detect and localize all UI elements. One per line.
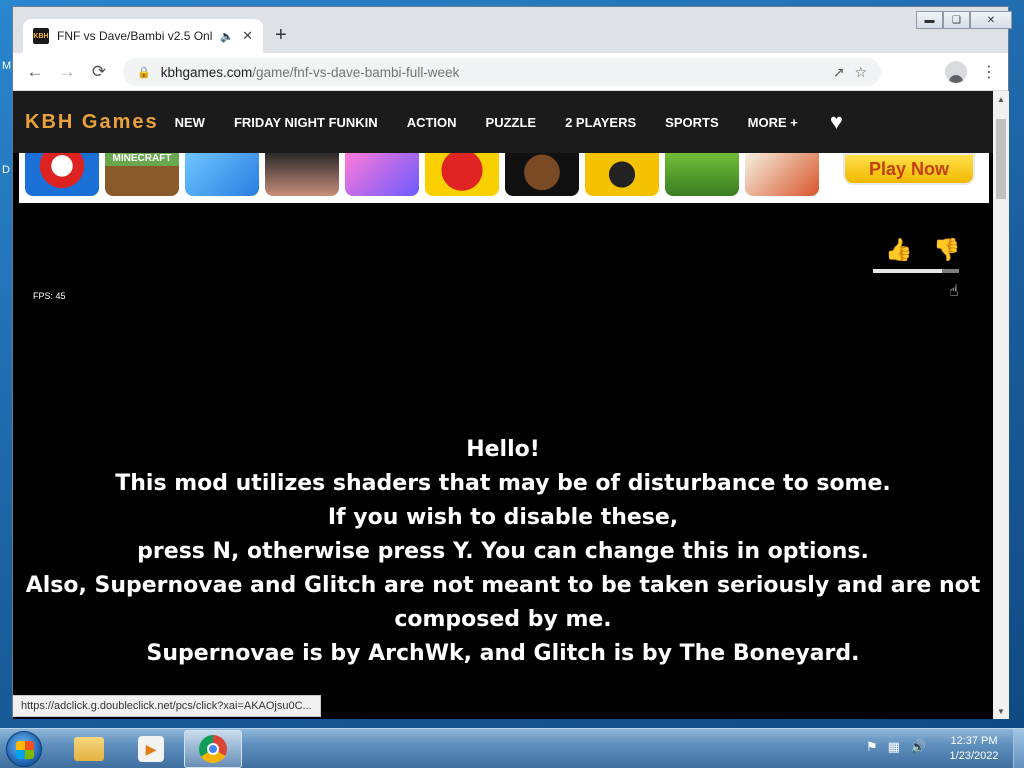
site-navbar: KBH Games NEW FRIDAY NIGHT FUNKIN ACTION… <box>13 91 993 153</box>
clock-date: 1/23/2022 <box>949 750 999 762</box>
lock-icon[interactable]: 🔒 <box>137 66 151 79</box>
game-thumbnail[interactable] <box>345 153 419 196</box>
menu-kebab-icon[interactable]: ⋮ <box>981 62 997 82</box>
browser-tab[interactable]: KBH FNF vs Dave/Bambi v2.5 Onl 🔈 ✕ <box>23 19 263 53</box>
clock-time: 12:37 PM <box>950 735 998 747</box>
folder-icon <box>74 737 104 761</box>
forward-button[interactable]: → <box>51 62 83 82</box>
speaker-icon[interactable]: 🔈 <box>220 30 234 43</box>
reload-button[interactable]: ⟳ <box>83 62 115 82</box>
tab-title: FNF vs Dave/Bambi v2.5 Onl <box>57 29 213 43</box>
game-thumbnail[interactable] <box>745 153 819 196</box>
site-logo[interactable]: KBH Games <box>25 111 159 134</box>
message-line: composed by me. <box>394 607 612 632</box>
address-bar[interactable]: 🔒 kbhgames.com/game/fnf-vs-dave-bambi-fu… <box>123 58 881 86</box>
fps-counter: FPS: 45 <box>33 291 66 301</box>
favorites-heart-icon[interactable]: ♥ <box>830 109 843 135</box>
page-viewport: KBH Games NEW FRIDAY NIGHT FUNKIN ACTION… <box>13 91 993 719</box>
game-thumbnail[interactable] <box>425 153 499 196</box>
network-icon[interactable]: ▦ <box>888 739 900 755</box>
game-thumbnail[interactable]: MINECRAFT <box>105 153 179 196</box>
address-host: kbhgames.com <box>160 64 253 80</box>
taskbar-clock[interactable]: 12:37 PM 1/23/2022 <box>940 734 1008 764</box>
nav-puzzle[interactable]: PUZZLE <box>486 115 537 130</box>
volume-icon[interactable]: 🔊 <box>910 739 926 755</box>
link-status-bar: https://adclick.g.doubleclick.net/pcs/cl… <box>13 695 321 717</box>
message-line: Also, Supernovae and Glitch are not mean… <box>25 573 981 598</box>
desktop-icon-label[interactable]: D <box>2 164 10 176</box>
taskbar-chrome[interactable] <box>184 730 242 768</box>
address-path: /game/fnf-vs-dave-bambi-full-week <box>252 64 460 80</box>
game-thumbnail[interactable] <box>585 153 659 196</box>
nav-more[interactable]: MORE + <box>748 115 798 130</box>
nav-new[interactable]: NEW <box>175 115 205 130</box>
chrome-icon <box>199 735 227 763</box>
message-line: Supernovae is by ArchWk, and Glitch is b… <box>146 641 860 666</box>
windows-logo-icon <box>16 741 34 759</box>
browser-toolbar: ← → ⟳ 🔒 kbhgames.com/game/fnf-vs-dave-ba… <box>13 53 1008 91</box>
address-text[interactable]: kbhgames.com/game/fnf-vs-dave-bambi-full… <box>161 65 823 80</box>
hand-cursor-icon: ☝ <box>949 283 959 300</box>
game-thumbnail[interactable] <box>505 153 579 196</box>
profile-avatar[interactable] <box>945 61 967 83</box>
nav-sports[interactable]: SPORTS <box>665 115 718 130</box>
game-thumbnail[interactable] <box>185 153 259 196</box>
rating-bar <box>873 269 959 273</box>
game-thumbnail[interactable] <box>25 153 99 196</box>
taskbar-explorer[interactable] <box>60 730 118 768</box>
game-thumbnail[interactable] <box>665 153 739 196</box>
page-scrollbar[interactable]: ▲ ▼ <box>993 91 1009 719</box>
message-line: If you wish to disable these, <box>327 505 679 530</box>
message-line: This mod utilizes shaders that may be of… <box>115 471 891 496</box>
play-now-button[interactable]: Play Now <box>843 153 975 185</box>
scrollbar-thumb[interactable] <box>996 119 1006 199</box>
back-button[interactable]: ← <box>19 62 51 82</box>
taskbar-media-player[interactable]: ▶ <box>122 730 180 768</box>
browser-window: KBH FNF vs Dave/Bambi v2.5 Onl 🔈 ✕ + ▬ ❏… <box>12 6 1012 719</box>
maximize-button[interactable]: ❏ <box>943 11 970 29</box>
scroll-up-icon[interactable]: ▲ <box>993 91 1009 107</box>
nav-action[interactable]: ACTION <box>407 115 457 130</box>
message-line: Hello! <box>466 437 540 462</box>
media-player-icon: ▶ <box>138 736 164 762</box>
scroll-down-icon[interactable]: ▼ <box>993 703 1009 719</box>
rating-fill <box>873 269 942 273</box>
minimize-button[interactable]: ▬ <box>916 11 943 29</box>
nav-friday-night-funkin[interactable]: FRIDAY NIGHT FUNKIN <box>234 115 378 130</box>
game-thumbnail[interactable] <box>265 153 339 196</box>
message-line: press N, otherwise press Y. You can chan… <box>137 539 869 564</box>
thumbnail-label: MINECRAFT <box>112 153 172 164</box>
taskbar: ▶ ⚑ ▦ 🔊 12:37 PM 1/23/2022 <box>0 728 1024 768</box>
game-message: Hello! This mod utilizes shaders that ma… <box>13 433 993 671</box>
flag-icon[interactable]: ⚑ <box>866 739 878 755</box>
window-close-button[interactable]: ✕ <box>970 11 1012 29</box>
game-thumbnail-strip: MINECRAFT Play Now <box>19 153 989 203</box>
share-icon[interactable]: ↗ <box>833 64 845 81</box>
new-tab-button[interactable]: + <box>275 23 287 47</box>
tab-strip: KBH FNF vs Dave/Bambi v2.5 Onl 🔈 ✕ + ▬ ❏… <box>13 7 1012 53</box>
start-button[interactable] <box>6 731 42 767</box>
thumbs-down-icon[interactable]: 👎 <box>933 237 960 263</box>
kbh-favicon-icon: KBH <box>33 28 49 44</box>
star-icon[interactable]: ☆ <box>854 64 867 81</box>
window-controls: ▬ ❏ ✕ <box>916 11 1012 29</box>
thumbs-up-icon[interactable]: 👍 <box>885 237 912 263</box>
nav-2-players[interactable]: 2 PLAYERS <box>565 115 636 130</box>
desktop-icon-label[interactable]: M <box>2 60 11 72</box>
system-tray: ⚑ ▦ 🔊 <box>866 739 926 755</box>
show-desktop-button[interactable] <box>1013 729 1024 768</box>
close-icon[interactable]: ✕ <box>242 28 253 44</box>
site-nav-links: NEW FRIDAY NIGHT FUNKIN ACTION PUZZLE 2 … <box>175 115 827 130</box>
